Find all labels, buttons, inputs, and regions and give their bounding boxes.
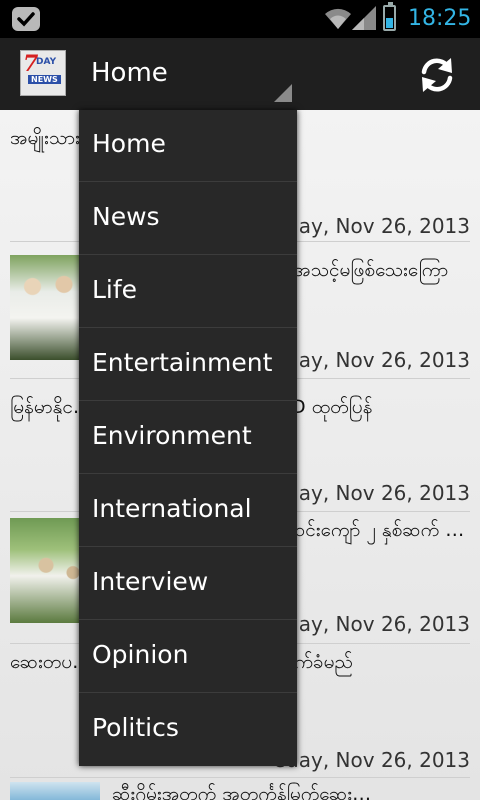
selected-section-label: Home	[91, 58, 168, 88]
battery-icon	[383, 2, 396, 31]
wifi-icon	[325, 8, 351, 29]
section-dropdown-menu: Home News Life Entertainment Environment…	[79, 110, 297, 766]
menu-item-life[interactable]: Life	[79, 256, 297, 328]
article-date: sday, Nov 26, 2013	[275, 348, 470, 372]
check-notification-icon	[12, 7, 40, 31]
menu-item-interview[interactable]: Interview	[79, 548, 297, 620]
menu-item-opinion[interactable]: Opinion	[79, 621, 297, 693]
article-date: sday, Nov 26, 2013	[275, 481, 470, 505]
article-thumbnail	[10, 782, 100, 800]
spinner-arrow-icon	[274, 84, 292, 102]
section-spinner[interactable]: Home	[78, 38, 296, 110]
article-date: sday, Nov 26, 2013	[275, 214, 470, 238]
refresh-icon[interactable]	[416, 54, 458, 96]
clock: 18:25	[408, 6, 472, 31]
article-date: sday, Nov 26, 2013	[275, 612, 470, 636]
article-date: sday, Nov 26, 2013	[275, 748, 470, 772]
signal-icon	[352, 6, 376, 30]
menu-item-entertainment[interactable]: Entertainment	[79, 329, 297, 401]
list-item[interactable]: ဆီးဂိမ်းအတွက် အတင်္ကန်မြက်ဆေး…	[0, 778, 480, 800]
article-title: ဆီးဂိမ်းအတွက် အတင်္ကန်မြက်ဆေး…	[112, 783, 372, 800]
menu-item-environment[interactable]: Environment	[79, 402, 297, 474]
menu-item-international[interactable]: International	[79, 475, 297, 547]
status-bar: 18:25	[0, 0, 480, 38]
app-logo[interactable]: 7 DAY NEWS	[20, 50, 66, 96]
menu-item-politics[interactable]: Politics	[79, 694, 297, 766]
menu-item-home[interactable]: Home	[79, 110, 297, 182]
action-bar: 7 DAY NEWS Home	[0, 38, 480, 110]
menu-item-news[interactable]: News	[79, 183, 297, 255]
